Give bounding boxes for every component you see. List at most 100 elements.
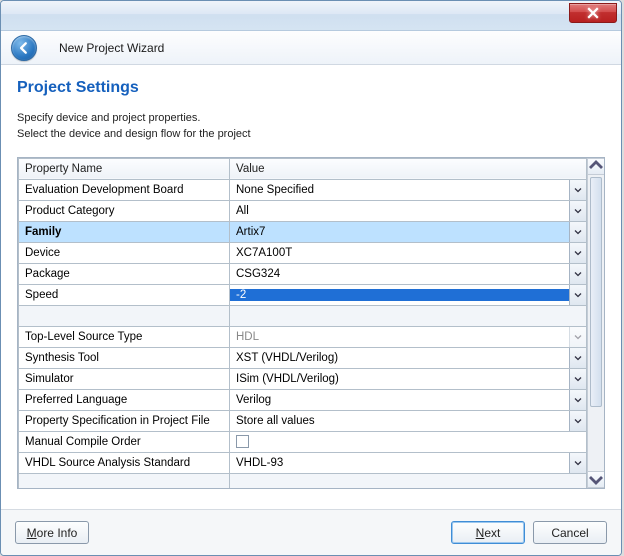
- dropdown-button[interactable]: [569, 411, 586, 431]
- mnemonic: N: [476, 526, 485, 540]
- table-row: FamilyArtix7: [19, 221, 587, 242]
- desc-line: Select the device and design flow for th…: [17, 127, 605, 143]
- property-value-cell[interactable]: Verilog: [230, 389, 587, 410]
- value-text: None Specified: [230, 184, 569, 196]
- dropdown-button[interactable]: [569, 201, 586, 221]
- table-row: VHDL Source Analysis StandardVHDL-93: [19, 452, 587, 473]
- chevron-down-icon: [574, 249, 582, 257]
- property-value-cell[interactable]: XC7A100T: [230, 242, 587, 263]
- dropdown-button[interactable]: [569, 222, 586, 242]
- table-row: Manual Compile Order: [19, 431, 587, 452]
- close-icon: [587, 7, 599, 19]
- property-value-cell[interactable]: ISim (VHDL/Verilog): [230, 368, 587, 389]
- cancel-button[interactable]: Cancel: [533, 521, 607, 544]
- dropdown-button[interactable]: [569, 243, 586, 263]
- dropdown-button[interactable]: [569, 285, 586, 305]
- nav-bar: New Project Wizard: [1, 31, 621, 65]
- table-row: Evaluation Development BoardNone Specifi…: [19, 179, 587, 200]
- property-value-cell[interactable]: -2: [230, 284, 587, 305]
- table-row: Preferred LanguageVerilog: [19, 389, 587, 410]
- value-text: CSG324: [230, 268, 569, 280]
- titlebar: [1, 1, 621, 31]
- property-name-cell: Synthesis Tool: [19, 347, 230, 368]
- scroll-down-button[interactable]: [588, 471, 604, 488]
- chevron-down-icon: [574, 396, 582, 404]
- property-name-cell: Manual Compile Order: [19, 431, 230, 452]
- table-header-row: Property Name Value: [19, 158, 587, 179]
- value-text: VHDL-93: [230, 457, 569, 469]
- property-value-cell[interactable]: All: [230, 200, 587, 221]
- table-row: Speed-2: [19, 284, 587, 305]
- next-button[interactable]: Next: [451, 521, 525, 544]
- chevron-down-icon: [574, 270, 582, 278]
- property-name-cell: Preferred Language: [19, 389, 230, 410]
- value-text: Store all values: [230, 415, 569, 427]
- property-value-cell[interactable]: Store all values: [230, 410, 587, 431]
- property-value-cell[interactable]: [230, 431, 587, 452]
- property-name-cell: Speed: [19, 284, 230, 305]
- dropdown-button[interactable]: [569, 390, 586, 410]
- chevron-down-icon: [574, 375, 582, 383]
- chevron-down-icon: [574, 186, 582, 194]
- nav-title: New Project Wizard: [59, 41, 164, 55]
- property-value-cell[interactable]: Artix7: [230, 221, 587, 242]
- chevron-up-icon: [588, 158, 604, 174]
- property-name-cell: Top-Level Source Type: [19, 326, 230, 347]
- property-name-cell: Product Category: [19, 200, 230, 221]
- property-value-cell[interactable]: XST (VHDL/Verilog): [230, 347, 587, 368]
- scroll-up-button[interactable]: [588, 158, 604, 175]
- value-text: XC7A100T: [230, 247, 569, 259]
- dropdown-button[interactable]: [569, 369, 586, 389]
- property-value-cell[interactable]: VHDL-93: [230, 452, 587, 473]
- scroll-track[interactable]: [588, 175, 604, 471]
- desc-line: Specify device and project properties.: [17, 111, 605, 127]
- button-label: ore Info: [37, 526, 78, 540]
- checkbox[interactable]: [236, 435, 249, 448]
- property-name-cell: Evaluation Development Board: [19, 179, 230, 200]
- table-row: Top-Level Source TypeHDL: [19, 326, 587, 347]
- chevron-down-icon: [574, 354, 582, 362]
- spacer-cell: [19, 305, 230, 326]
- value-text: -2: [230, 289, 569, 301]
- dropdown-button[interactable]: [569, 348, 586, 368]
- mnemonic: M: [27, 526, 37, 540]
- property-name-cell: VHDL Source Analysis Standard: [19, 452, 230, 473]
- content-area: Project Settings Specify device and proj…: [1, 65, 621, 489]
- value-text: All: [230, 205, 569, 217]
- footer-bar: More Info Next Cancel: [1, 509, 621, 555]
- property-value-cell[interactable]: CSG324: [230, 263, 587, 284]
- more-info-button[interactable]: More Info: [15, 521, 89, 544]
- page-description: Specify device and project properties. S…: [17, 111, 605, 143]
- back-button[interactable]: [11, 35, 37, 61]
- chevron-down-icon: [588, 471, 604, 487]
- dropdown-button[interactable]: [569, 453, 586, 473]
- spacer-cell: [230, 473, 587, 488]
- grid-scroll-area: Property Name Value Evaluation Developme…: [18, 158, 587, 488]
- table-row: Property Specification in Project FileSt…: [19, 410, 587, 431]
- scroll-thumb[interactable]: [590, 177, 602, 407]
- table-row: DeviceXC7A100T: [19, 242, 587, 263]
- dropdown-button: [569, 327, 586, 347]
- dropdown-button[interactable]: [569, 180, 586, 200]
- value-text: Verilog: [230, 394, 569, 406]
- chevron-down-icon: [574, 333, 582, 341]
- table-row: Synthesis ToolXST (VHDL/Verilog): [19, 347, 587, 368]
- dropdown-button[interactable]: [569, 264, 586, 284]
- header-property-name: Property Name: [19, 158, 230, 179]
- button-label: ext: [484, 526, 500, 540]
- button-label: Cancel: [551, 526, 588, 540]
- vertical-scrollbar[interactable]: [587, 158, 604, 488]
- property-name-cell: Package: [19, 263, 230, 284]
- properties-grid: Property Name Value Evaluation Developme…: [17, 157, 605, 489]
- value-text: HDL: [230, 331, 569, 343]
- property-value-cell[interactable]: None Specified: [230, 179, 587, 200]
- page-title: Project Settings: [17, 79, 605, 97]
- chevron-down-icon: [574, 417, 582, 425]
- close-button[interactable]: [569, 3, 617, 23]
- chevron-down-icon: [574, 291, 582, 299]
- property-value-cell[interactable]: HDL: [230, 326, 587, 347]
- header-value: Value: [230, 158, 587, 179]
- table-row: PackageCSG324: [19, 263, 587, 284]
- table-row: [19, 305, 587, 326]
- wizard-window: New Project Wizard Project Settings Spec…: [0, 0, 622, 556]
